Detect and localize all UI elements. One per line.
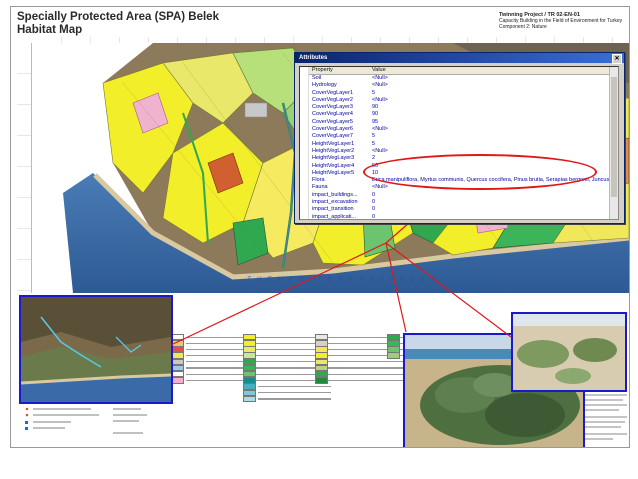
- attribute-value: 0: [372, 213, 376, 220]
- attribute-value: <Null>: [372, 126, 388, 133]
- attribute-row[interactable]: CoverVegLayer2 <Null>: [309, 97, 609, 104]
- attribute-row[interactable]: impact_applicati... 0: [309, 213, 609, 220]
- attribute-row[interactable]: impact_transition 0: [309, 206, 609, 213]
- col-value-header[interactable]: Value: [372, 67, 386, 74]
- habitat-map-poster: Specially Protected Area (SPA) Belek Hab…: [10, 6, 630, 448]
- title-line-2: Habitat Map: [17, 24, 83, 36]
- attribute-value: <Null>: [372, 82, 388, 89]
- attribute-property: Soil: [312, 75, 322, 81]
- project-header: Twinning Project / TR 02-EN-01 Capacity …: [499, 12, 625, 31]
- attribute-value: 5: [372, 133, 376, 140]
- attribute-property: CoverVegLayer3: [312, 104, 353, 111]
- attribute-property: HeightVegLayer2: [312, 147, 355, 154]
- attribute-property: HeightVegLayer3: [312, 155, 355, 162]
- attribute-value: 5: [372, 89, 376, 96]
- attribute-property: Hydrology: [312, 82, 337, 89]
- satellite-inset-photo: [19, 295, 173, 404]
- attributes-rows: Soil <Null> Hydrology <Null> CoverVegLayer1 5…: [309, 75, 618, 220]
- attribute-property: CoverVegLayer6: [312, 126, 353, 133]
- attribute-property: HeightVegLayer4: [312, 162, 355, 169]
- tree-panel: [300, 67, 309, 219]
- attribute-row[interactable]: CoverVegLayer5 95: [309, 119, 609, 126]
- attribute-property: CoverVegLayer5: [312, 118, 353, 125]
- info-text-block: [585, 394, 627, 440]
- attribute-row[interactable]: Soil <Null>: [309, 75, 609, 82]
- project-subtitle-2: Component 2: Nature: [499, 24, 547, 31]
- attribute-property: HeightVegLayer5: [312, 169, 355, 176]
- attribute-value: 2: [372, 155, 376, 162]
- attribute-row[interactable]: Hydrology <Null>: [309, 82, 609, 89]
- sea-label: T H E M E D I T E R R A N E A N S E A: [247, 277, 438, 283]
- poster-title: Specially Protected Area (SPA) Belek Hab…: [17, 11, 219, 37]
- attribute-property: CoverVegLayer4: [312, 111, 353, 118]
- attribute-property: impact_excavation: [312, 199, 358, 206]
- attribute-property: Flora: [312, 177, 325, 184]
- attribute-value: <Null>: [372, 147, 388, 154]
- attribute-property: impact_transition: [312, 206, 354, 213]
- attributes-window[interactable]: Attributes ✕ Property Value Soil <Null> Hy…: [294, 52, 625, 224]
- attribute-value: <Null>: [372, 96, 388, 103]
- attribute-property: CoverVegLayer7: [312, 133, 353, 140]
- attributes-titlebar[interactable]: Attributes ✕: [295, 53, 624, 64]
- satellite-image: [21, 297, 171, 402]
- attribute-row[interactable]: CoverVegLayer7 5: [309, 133, 609, 140]
- attribute-row[interactable]: HeightVegLayer1 5: [309, 141, 609, 148]
- attribute-value: 0: [372, 191, 376, 198]
- attribute-value: 0: [372, 206, 376, 213]
- attribute-value: <Null>: [372, 184, 388, 191]
- attribute-property: Fauna: [312, 184, 328, 191]
- legend-bottom-left: [25, 407, 147, 434]
- attribute-value: 95: [372, 118, 379, 125]
- map-grid-left: [17, 43, 32, 293]
- attribute-property: impact_buildings...: [312, 191, 358, 198]
- attribute-property: impact_applicati...: [312, 213, 357, 220]
- vegetation-photo-dunes: [511, 312, 627, 392]
- attribute-property: CoverVegLayer2: [312, 96, 353, 103]
- attribute-row[interactable]: impact_excavation 0: [309, 199, 609, 206]
- attribute-property: HeightVegLayer1: [312, 140, 355, 147]
- scroll-thumb[interactable]: [611, 77, 617, 197]
- attribute-value: 0: [372, 199, 376, 206]
- dune-image: [513, 314, 625, 390]
- attribute-row[interactable]: CoverVegLayer1 5: [309, 90, 609, 97]
- attribute-property: CoverVegLayer1: [312, 89, 353, 96]
- close-icon[interactable]: ✕: [612, 54, 622, 64]
- attributes-header: Property Value: [309, 67, 609, 75]
- col-property-header[interactable]: Property: [312, 67, 333, 74]
- attribute-value: <Null>: [372, 75, 388, 81]
- attribute-row[interactable]: CoverVegLayer3 90: [309, 104, 609, 111]
- attribute-value: 5: [372, 140, 376, 147]
- attribute-row[interactable]: impact_buildings... 0: [309, 192, 609, 199]
- attribute-row[interactable]: CoverVegLayer4 90: [309, 111, 609, 118]
- attributes-scrollbar[interactable]: [609, 67, 618, 219]
- attribute-value: 90: [372, 111, 379, 118]
- flora-highlight-ellipse: [363, 154, 597, 190]
- attributes-title: Attributes: [299, 55, 328, 61]
- attribute-value: 90: [372, 104, 379, 111]
- attribute-row[interactable]: CoverVegLayer6 <Null>: [309, 126, 609, 133]
- attributes-table[interactable]: Property Value Soil <Null> Hydrology <Null>…: [299, 66, 619, 220]
- title-line-1: Specially Protected Area (SPA) Belek: [17, 11, 219, 23]
